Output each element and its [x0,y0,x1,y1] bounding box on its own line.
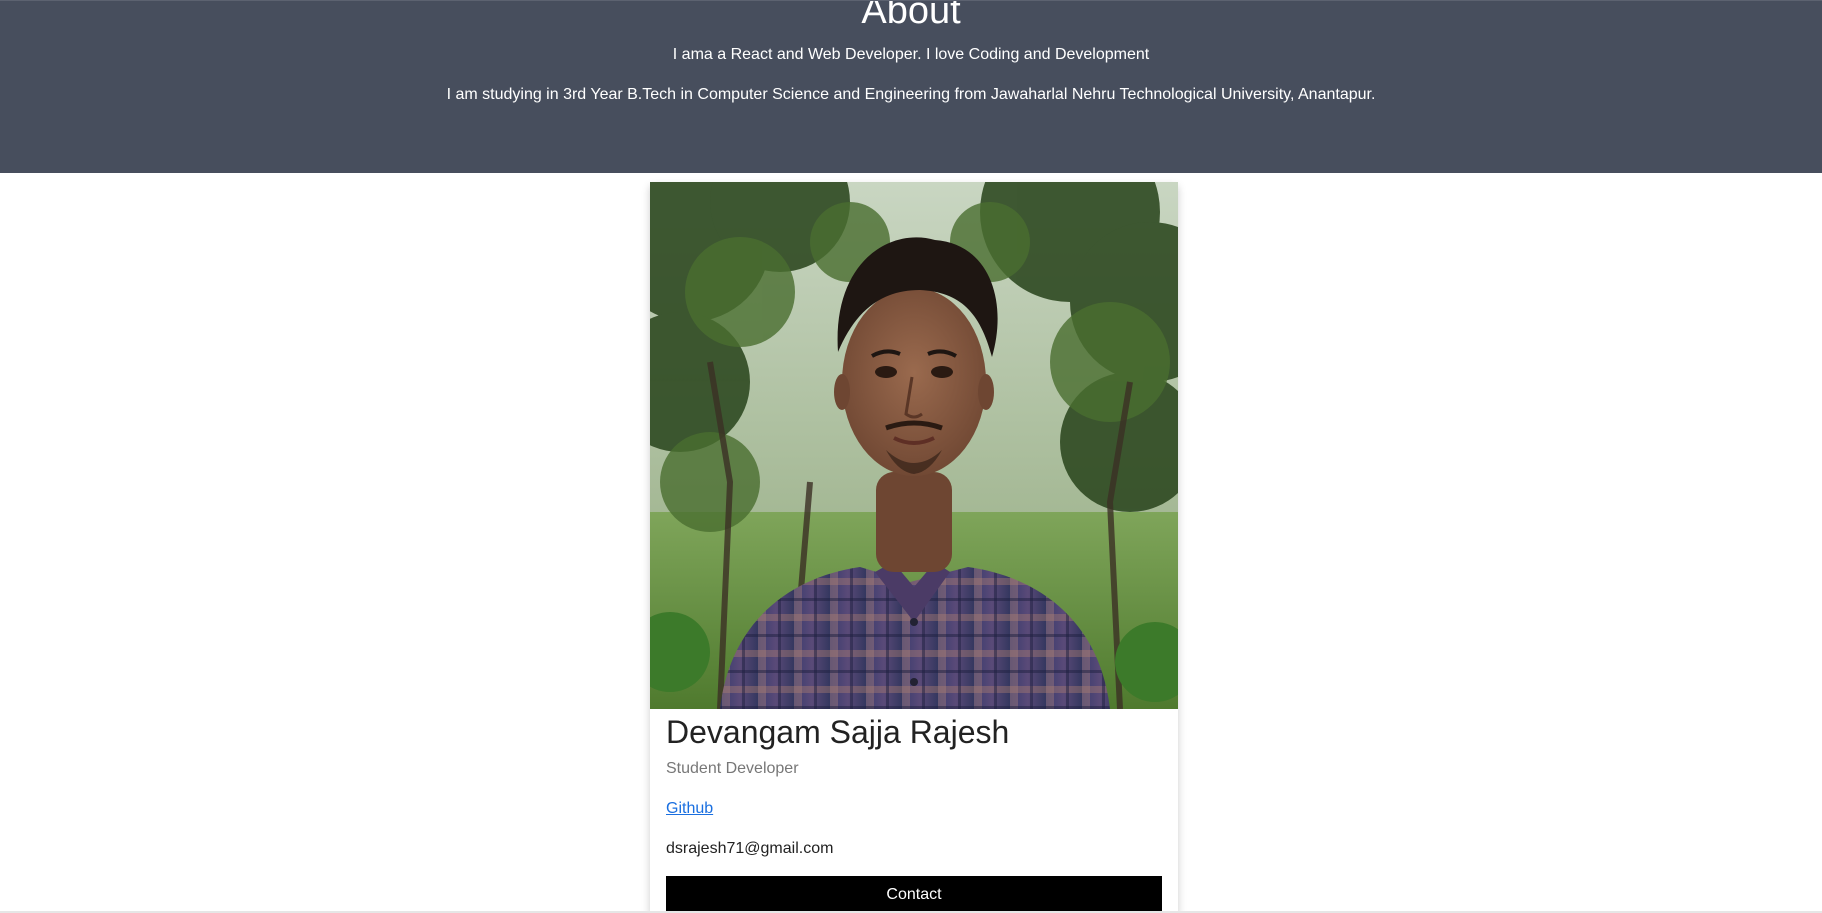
contact-button[interactable]: Contact [666,876,1162,913]
page-title: About [861,0,961,32]
profile-role: Student Developer [666,760,799,777]
github-link[interactable]: Github [666,799,713,819]
profile-name: Devangam Sajja Rajesh [666,714,1010,750]
education-text: I am studying in 3rd Year B.Tech in Comp… [446,86,1376,103]
about-header: About I ama a React and Web Developer. I… [0,0,1822,173]
intro-text: I ama a React and Web Developer. I love … [672,46,1150,63]
email-address: dsrajesh71@gmail.com [666,840,834,857]
profile-card: Devangam Sajja Rajesh Student Developer … [650,182,1178,913]
profile-photo [650,182,1178,709]
